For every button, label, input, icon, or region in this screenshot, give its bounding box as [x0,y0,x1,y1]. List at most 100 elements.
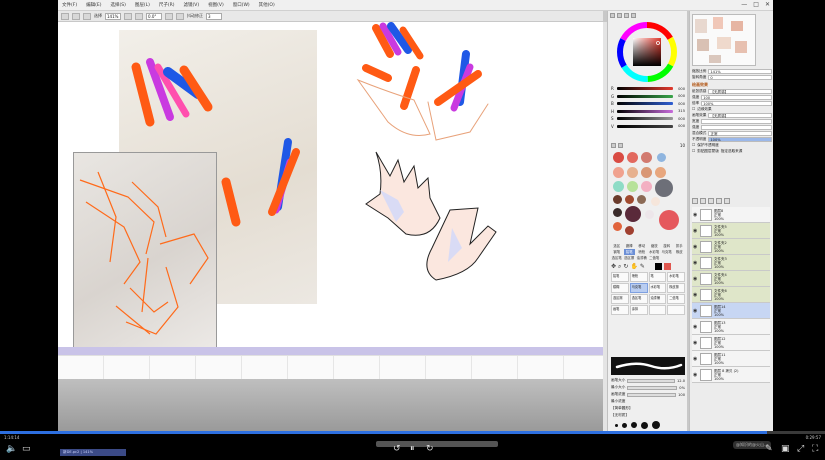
tool-button[interactable]: 二值笔 [649,255,661,261]
color-slider[interactable] [617,124,673,128]
menu-item[interactable]: 选择(S) [110,2,125,8]
eye-icon[interactable]: ◉ [693,212,698,218]
swatch[interactable] [655,167,666,178]
color-slider-row[interactable]: B 000 [611,100,685,108]
undo-button[interactable] [61,12,69,20]
color-wheel-graphic[interactable] [616,21,678,83]
rotate-right-button[interactable] [176,12,184,20]
density-slider[interactable] [627,392,677,397]
swatch[interactable] [637,195,646,204]
eye-icon[interactable]: ◉ [693,260,698,266]
menu-item[interactable]: 其他(O) [259,2,275,8]
background-color-icon[interactable] [663,263,671,270]
navigator-thumbnail[interactable] [692,14,756,66]
stabilizer-field[interactable]: 3 [206,12,222,20]
menu-item[interactable]: 编辑(E) [86,2,101,8]
new-folder-button[interactable] [700,198,706,204]
size-preset[interactable] [641,421,648,429]
blend-row[interactable]: 混合模式 正常 [692,130,772,136]
new-layer-button[interactable] [692,198,698,204]
color-slider-row[interactable]: G 000 [611,93,685,101]
brush-size-row[interactable]: 画笔大小 12.0 [611,377,685,384]
rotate-left-button[interactable] [165,12,173,20]
clear-layer-button[interactable] [716,198,722,204]
swatch[interactable] [645,210,654,219]
brush-slot[interactable]: 水彩笔 [667,272,685,282]
copy-layer-button[interactable] [708,198,714,204]
brush-slot[interactable]: 选区笔 [629,294,648,304]
zoom-value[interactable]: 141% [708,68,772,74]
density-row[interactable]: 画笔浓度 100 [611,391,685,398]
zoom-icon[interactable]: ⌕ [618,263,621,271]
layer-row[interactable]: ◉ 图层11 正常 100% [692,351,770,367]
minimize-icon[interactable]: — [741,1,747,8]
rgb-slider-toggle[interactable] [617,12,622,18]
brush-slot[interactable]: 水彩笔 [648,283,667,293]
brush-slot[interactable] [648,305,667,315]
color-slider[interactable] [617,109,673,113]
delete-layer-button[interactable] [724,198,730,204]
blend-value[interactable]: 正常 [708,130,772,136]
angle-field[interactable]: 0.0° [146,12,162,20]
brush-slot[interactable]: 油漆桶 [648,294,667,304]
clip-checkbox[interactable]: ☐ [692,149,695,153]
close-icon[interactable]: ✕ [765,1,770,8]
layer-folder-row[interactable]: ◉ 文件夹3 正常 100% [692,255,770,271]
opacity-row[interactable]: 不透明度 100% [692,136,772,142]
brush-slot[interactable]: 模糊 [611,283,629,293]
tool-button[interactable] [674,255,686,261]
hand-icon[interactable]: ✋ [630,263,637,270]
layer-row[interactable]: ◉ 图层14 正常 100% [692,303,770,319]
swatch[interactable] [627,167,638,178]
brush-slot[interactable]: 笔 [648,272,667,282]
color-slider-row[interactable]: S 000 [611,115,685,123]
drawing-canvas[interactable] [58,22,603,350]
clip-row[interactable]: ☐ 剪贴图层蒙版 指定选取来源 [692,148,772,154]
menu-item[interactable]: 视图(V) [208,2,224,8]
swatch[interactable] [625,195,634,204]
swatch[interactable] [613,208,622,217]
swatch[interactable] [641,152,652,163]
texture-row[interactable]: 纸张质感 【无质感】 [692,88,772,94]
swatch-mode-button[interactable] [611,142,616,148]
color-slider[interactable] [617,87,673,91]
layer-folder-row[interactable]: ◉ 文件夹5 正常 100% [692,223,770,239]
eye-icon[interactable]: ◉ [693,228,698,234]
eye-icon[interactable]: ◉ [693,308,698,314]
menu-item[interactable]: 图层(L) [135,2,150,8]
canvas-area[interactable] [58,22,603,431]
rewind-icon[interactable]: ↺ [393,444,401,454]
brush-slot[interactable]: 二值笔 [667,294,685,304]
brush-slot[interactable]: 铅笔 [611,272,629,282]
angle-row[interactable]: 旋转角度 0 [692,74,772,80]
maximize-icon[interactable]: □ [753,1,759,8]
size-preset[interactable] [631,422,637,428]
brush-slot[interactable]: 画笔 [611,305,629,315]
layer-row[interactable]: ◉ 图层 8 拷贝 (2) 正常 100% [692,367,770,383]
subtitle-icon[interactable]: ▭ [22,444,31,454]
brush-slot[interactable]: 选区擦 [611,294,629,304]
eye-icon[interactable]: ◉ [693,372,698,378]
menu-item[interactable]: 窗口(W) [233,2,250,8]
color-slider[interactable] [617,94,673,98]
brush-slot[interactable]: 涂抹 [629,305,648,315]
eyedropper-icon[interactable]: ✎ [640,263,645,270]
min-density-row[interactable]: 最小浓度 [611,398,685,405]
menu-item[interactable]: 文件(F) [62,2,77,8]
pen-icon[interactable]: ✎ [765,444,773,454]
tool-button[interactable]: 选区笔 [611,255,623,261]
edge-effect-checkbox[interactable]: ☐ [692,107,695,111]
swatch[interactable] [625,206,641,222]
strength2-row[interactable]: 强度 [692,124,772,130]
layer-folder-row[interactable]: ◉ 文件夹2 正常 100% [692,239,770,255]
eye-icon[interactable]: ◉ [693,340,698,346]
brush-shape-row[interactable]: 【简单圆形】 [611,405,685,412]
tool-button[interactable]: 选区擦 [624,255,636,261]
color-swatches[interactable] [611,150,685,242]
eye-icon[interactable]: ◉ [693,356,698,362]
tool-button[interactable] [661,255,673,261]
forward-icon[interactable]: ↻ [426,444,434,454]
eye-icon[interactable]: ◉ [693,276,698,282]
brush-size-slider[interactable] [627,378,675,383]
strength-row[interactable]: 强度 100 [692,94,772,100]
